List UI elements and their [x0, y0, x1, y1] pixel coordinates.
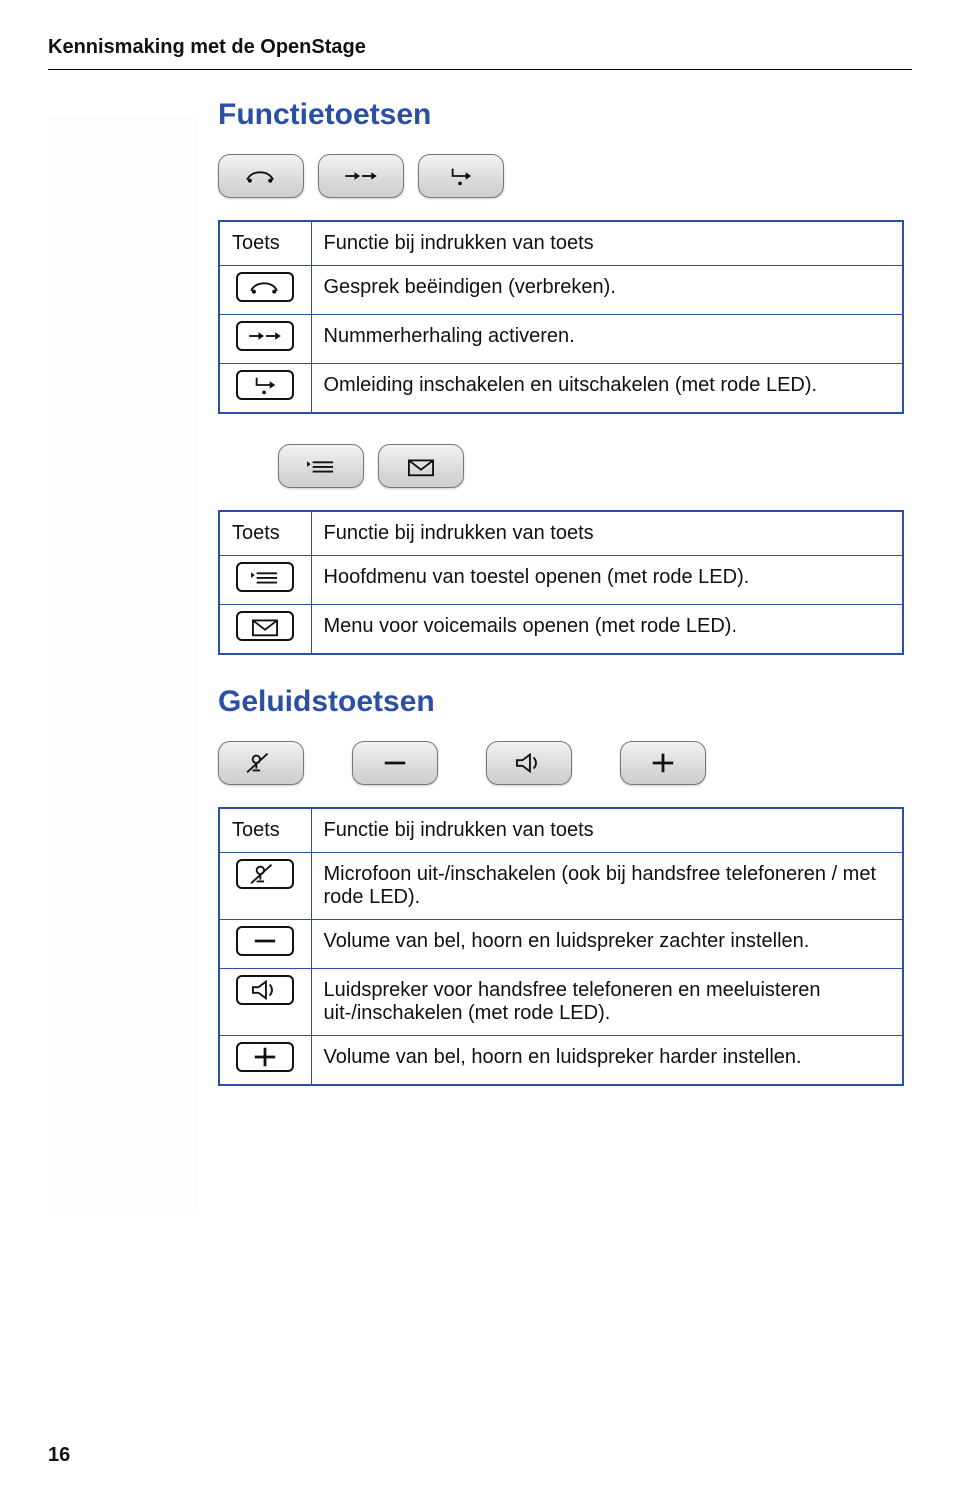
geluidstoetsen-table: Toets Functie bij indrukken van toets Mi… — [218, 807, 904, 1086]
mute-icon — [236, 859, 294, 889]
minus-key-icon — [352, 741, 438, 785]
table-row: Volume van bel, hoorn en luidspreker zac… — [219, 920, 903, 969]
row-text: Gesprek beëindigen (verbreken). — [311, 266, 903, 315]
row-text: Volume van bel, hoorn en luidspreker har… — [311, 1036, 903, 1086]
row-text: Hoofdmenu van toestel openen (met rode L… — [311, 556, 903, 605]
redial-icon — [236, 321, 294, 351]
margin-column — [48, 115, 198, 1215]
speaker-icon — [236, 975, 294, 1005]
row-text: Nummerherhaling activeren. — [311, 315, 903, 364]
row-text: Luidspreker voor handsfree telefoneren e… — [311, 969, 903, 1036]
table-head-toets: Toets — [219, 221, 311, 266]
table-row: Omleiding inschakelen en uitschakelen (m… — [219, 364, 903, 414]
table-head-functie: Functie bij indrukken van toets — [311, 221, 903, 266]
table-row: Menu voor voicemails openen (met rode LE… — [219, 605, 903, 655]
functietoetsen-table-1: Toets Functie bij indrukken van toets Ge… — [218, 220, 904, 414]
table-head-functie: Functie bij indrukken van toets — [311, 511, 903, 556]
plus-icon — [236, 1042, 294, 1072]
table-row: Microfoon uit-/inschakelen (ook bij hand… — [219, 853, 903, 920]
functietoetsen-table-2: Toets Functie bij indrukken van toets Ho… — [218, 510, 904, 655]
minus-icon — [236, 926, 294, 956]
speaker-key-icon — [486, 741, 572, 785]
release-icon — [236, 272, 294, 302]
page-header: Kennismaking met de OpenStage — [48, 36, 912, 70]
row-text: Omleiding inschakelen en uitschakelen (m… — [311, 364, 903, 414]
table-row: Luidspreker voor handsfree telefoneren e… — [219, 969, 903, 1036]
geluidstoetsen-key-image — [218, 741, 904, 785]
redial-key-icon — [318, 154, 404, 198]
table-head-toets: Toets — [219, 808, 311, 853]
functietoetsen-key-image-1 — [218, 154, 904, 198]
row-text: Menu voor voicemails openen (met rode LE… — [311, 605, 903, 655]
plus-key-icon — [620, 741, 706, 785]
table-row: Nummerherhaling activeren. — [219, 315, 903, 364]
mute-key-icon — [218, 741, 304, 785]
menu-key-icon — [278, 444, 364, 488]
row-text: Microfoon uit-/inschakelen (ook bij hand… — [311, 853, 903, 920]
page-number: 16 — [48, 1444, 70, 1467]
release-key-icon — [218, 154, 304, 198]
table-head-functie: Functie bij indrukken van toets — [311, 808, 903, 853]
functietoetsen-key-image-2 — [278, 444, 904, 488]
table-row: Gesprek beëindigen (verbreken). — [219, 266, 903, 315]
section-title-geluidstoetsen: Geluidstoetsen — [218, 685, 904, 719]
table-head-toets: Toets — [219, 511, 311, 556]
mail-key-icon — [378, 444, 464, 488]
forward-icon — [236, 370, 294, 400]
table-row: Volume van bel, hoorn en luidspreker har… — [219, 1036, 903, 1086]
row-text: Volume van bel, hoorn en luidspreker zac… — [311, 920, 903, 969]
table-row: Hoofdmenu van toestel openen (met rode L… — [219, 556, 903, 605]
mail-icon — [236, 611, 294, 641]
section-title-functietoetsen: Functietoetsen — [218, 98, 904, 132]
forward-key-icon — [418, 154, 504, 198]
menu-icon — [236, 562, 294, 592]
